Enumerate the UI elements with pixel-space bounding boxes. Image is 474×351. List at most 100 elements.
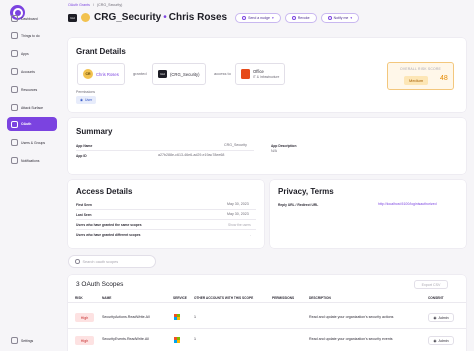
divider [76, 150, 254, 151]
access-to-text: access to [214, 71, 231, 76]
column-header-permissions[interactable]: PERMISSIONS [272, 296, 294, 300]
sidebar-item-apps[interactable]: Apps [7, 48, 57, 59]
nudge-icon [242, 15, 247, 20]
divider [76, 209, 256, 210]
scopes-title: 3 OAuth Scopes [76, 281, 124, 288]
user-icon: ◉ [433, 315, 437, 320]
access-details-title: Access Details [76, 187, 133, 196]
consent-label: Admin [438, 315, 449, 320]
risk-badge: High [75, 336, 94, 345]
sidebar-item-resources[interactable]: Resources [7, 84, 57, 95]
permission-chip-label: User [84, 98, 93, 102]
access-details-card: Access Details First Seen May 30, 2023 L… [68, 180, 264, 248]
office-icon [241, 69, 250, 79]
sidebar-item-dashboard[interactable]: Dashboard [7, 13, 57, 24]
sidebar-item-attack-surface[interactable]: Attack Surface [7, 102, 57, 113]
sidebar: Dashboard Things to do Apps Accounts Res… [0, 0, 62, 351]
consent-label: Admin [438, 338, 449, 343]
user-icon: ◉ [80, 98, 83, 102]
consent-badge: ◉ Admin [428, 336, 454, 345]
export-csv-button[interactable]: Export CSV [414, 280, 448, 289]
risk-level-badge: Medium [404, 76, 429, 85]
app-description-value: N/A [271, 149, 277, 153]
user-avatar: CR [83, 69, 93, 79]
revoke-label: Revoke [297, 15, 310, 20]
risk-score-value: 48 [440, 75, 448, 82]
scope-name: SecurityEvents.ReadWrite.All [102, 337, 149, 341]
sidebar-item-label: Dashboard [21, 16, 38, 21]
sidebar-item-oauth[interactable]: OAuth [7, 117, 57, 131]
breadcrumb-separator: / [92, 3, 94, 7]
resource-subtitle: IT & Infrastructure [253, 75, 280, 79]
permissions-label: Permissions [76, 90, 96, 94]
user-icon: ◉ [433, 338, 437, 343]
app-id-label: App ID [76, 154, 87, 158]
sidebar-item-things-to-do[interactable]: Things to do [7, 30, 57, 41]
microsoft-icon [174, 314, 180, 320]
column-header-other-accounts[interactable]: OTHER ACCOUNTS WITH THIS SCOPE [194, 296, 253, 300]
grant-app-box[interactable]: GH (CRG_Security) [152, 63, 206, 85]
sidebar-item-users-groups[interactable]: Users & Groups [7, 137, 57, 148]
first-seen-label: First Seen [76, 203, 92, 207]
dashboard-icon [11, 15, 18, 22]
column-header-consent[interactable]: CONSENT [428, 296, 444, 300]
app-name-value: CRG_Security [224, 143, 247, 147]
breadcrumb-root[interactable]: OAuth Grants [68, 3, 90, 7]
send-nudge-button[interactable]: Send a nudge ▾ [235, 12, 281, 23]
grant-resource-box[interactable]: Office IT & Infrastructure [235, 63, 286, 85]
search-icon [75, 259, 80, 264]
search-input[interactable]: Search oauth scopes [68, 255, 156, 268]
send-nudge-label: Send a nudge [248, 15, 270, 20]
bell-icon [11, 157, 18, 164]
notify-me-button[interactable]: Notify me ▾ [320, 12, 360, 23]
accounts-icon [11, 68, 18, 75]
bell-icon [327, 15, 332, 20]
column-header-name[interactable]: NAME [102, 296, 111, 300]
breadcrumb: OAuth Grants / (CRG_Security) [68, 3, 122, 7]
page-title-user: Chris Roses [168, 12, 228, 23]
notify-me-label: Notify me [333, 15, 349, 20]
last-seen-value: May 30, 2023 [227, 212, 249, 216]
last-seen-label: Last Seen [76, 213, 92, 217]
chevron-down-icon: ▾ [271, 15, 274, 20]
grant-user-name[interactable]: Chris Roses [96, 72, 119, 77]
granted-text: granted [133, 71, 147, 76]
github-icon: GH [68, 13, 77, 22]
divider [76, 219, 256, 220]
first-seen-value: May 30, 2023 [227, 202, 249, 206]
reply-url-link[interactable]: http://localhost:5100/loginisauthorized [378, 202, 437, 206]
revoke-button[interactable]: Revoke [284, 12, 317, 23]
sidebar-item-notifications[interactable]: Notifications [7, 155, 57, 166]
sidebar-item-label: Settings [21, 338, 34, 343]
grant-user-box[interactable]: CR Chris Roses [77, 63, 125, 85]
breadcrumb-current: (CRG_Security) [96, 3, 123, 7]
checklist-icon [11, 32, 18, 39]
reply-url-label: Reply URL / Redirect URL [278, 203, 319, 207]
privacy-terms-card: Privacy, Terms Reply URL / Redirect URL … [270, 180, 466, 248]
column-header-service[interactable]: SERVICE [173, 296, 187, 300]
other-accounts-count[interactable]: 1 [194, 315, 196, 319]
column-header-risk[interactable]: RISK [75, 296, 83, 300]
divider [76, 229, 256, 230]
title-separator: • [163, 12, 167, 23]
risk-score-label: OVERALL RISK SCORE [400, 67, 441, 71]
sidebar-item-settings[interactable]: Settings [7, 335, 57, 346]
revoke-icon [291, 15, 296, 20]
show-users-link[interactable]: Show the users [228, 223, 251, 227]
oauth-icon [11, 120, 18, 128]
app-description-label: App Description [271, 144, 297, 148]
search-placeholder: Search oauth scopes [82, 259, 119, 264]
sidebar-item-label: Accounts [21, 69, 35, 74]
different-scopes-label: Users who have granted different scopes [76, 233, 141, 237]
sidebar-item-label: Things to do [21, 33, 40, 38]
other-accounts-count[interactable]: 1 [194, 337, 196, 341]
sidebar-item-accounts[interactable]: Accounts [7, 66, 57, 77]
scope-name: SecurityActions.ReadWrite.All [102, 315, 150, 319]
chevron-down-icon: ▾ [350, 15, 353, 20]
column-header-description[interactable]: DESCRIPTION [309, 296, 331, 300]
grant-details-card: Grant Details CR Chris Roses granted GH … [68, 38, 466, 112]
user-avatar [81, 13, 90, 22]
divider [68, 328, 466, 329]
attack-surface-icon [11, 104, 18, 111]
github-icon: GH [158, 70, 167, 78]
